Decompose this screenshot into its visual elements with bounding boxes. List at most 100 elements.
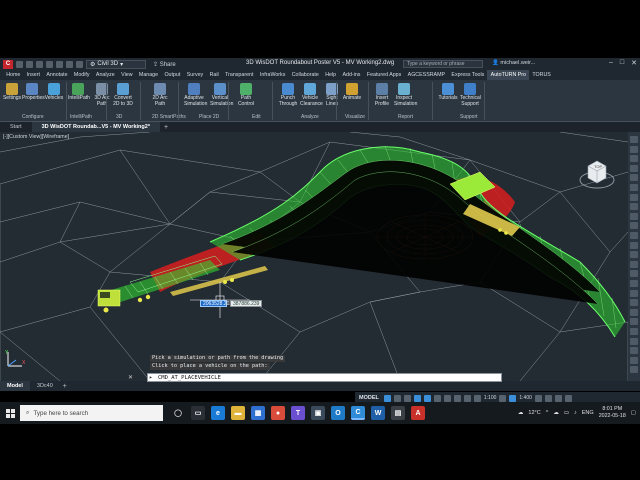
gear-icon[interactable] bbox=[499, 394, 507, 402]
sun-icon[interactable] bbox=[630, 337, 638, 345]
panel-label-intellipath[interactable]: IntelliPath bbox=[70, 114, 92, 120]
weather-icon[interactable]: ☁ bbox=[518, 410, 524, 416]
camera-icon[interactable] bbox=[630, 241, 638, 249]
panel-label-2d-smartpaths[interactable]: 2D SmartPaths bbox=[152, 114, 186, 120]
osnap-icon[interactable] bbox=[423, 394, 431, 402]
zoom-extents-icon[interactable] bbox=[630, 184, 638, 191]
outlook-icon[interactable]: O bbox=[331, 406, 345, 420]
layout-tab-model[interactable]: Model bbox=[0, 381, 30, 391]
full-nav-wheel-icon[interactable] bbox=[630, 164, 638, 172]
ribbon-tab-transparent[interactable]: Transparent bbox=[222, 70, 257, 80]
otrack-icon[interactable] bbox=[433, 394, 441, 402]
start-button[interactable] bbox=[0, 408, 20, 418]
tool-animate-button[interactable]: Animate bbox=[342, 83, 362, 102]
settings-icon[interactable] bbox=[630, 212, 638, 220]
ribbon-tab-collaborate[interactable]: Collaborate bbox=[289, 70, 322, 80]
new-tab-button[interactable]: + bbox=[160, 124, 172, 131]
doc-tab-drawing[interactable]: 3D WisDOT Roundab...V5 - MV Working2* bbox=[31, 122, 160, 132]
app-logo-icon[interactable]: C bbox=[3, 59, 13, 69]
ribbon-tab-autoturn-pro[interactable]: AutoTURN Pro bbox=[487, 70, 530, 80]
clean-screen-icon[interactable] bbox=[554, 394, 562, 402]
add-layout-button[interactable]: + bbox=[60, 383, 70, 390]
command-close-icon[interactable]: ✕ bbox=[128, 374, 133, 381]
word-icon[interactable]: W bbox=[371, 406, 385, 420]
viewport-controls[interactable]: [-][Custom View][Wireframe] bbox=[3, 134, 69, 140]
teams-icon[interactable]: T bbox=[291, 406, 305, 420]
scroll-icon[interactable] bbox=[630, 366, 638, 374]
ribbon-tab-add-ins[interactable]: Add-ins bbox=[339, 70, 363, 80]
tool-adaptive-simulation-button[interactable]: Adaptive Simulation bbox=[184, 83, 207, 107]
ortho-icon[interactable] bbox=[403, 394, 411, 402]
view-icon[interactable] bbox=[630, 308, 638, 316]
chevron-up-icon[interactable]: ^ bbox=[546, 410, 549, 416]
save-icon[interactable] bbox=[36, 60, 43, 68]
pan-icon[interactable] bbox=[630, 136, 638, 143]
plot-icon[interactable] bbox=[630, 318, 638, 326]
close-button[interactable]: ✕ bbox=[631, 59, 637, 67]
viewcube[interactable]: TOP bbox=[578, 156, 616, 194]
grid-icon[interactable] bbox=[383, 394, 391, 402]
store-icon[interactable]: ▦ bbox=[251, 406, 265, 420]
panel-label-3d[interactable]: 3D bbox=[116, 114, 122, 120]
redo-icon[interactable] bbox=[76, 60, 83, 68]
grid-icon[interactable] bbox=[630, 260, 638, 268]
clock[interactable]: 8:01 PM 2022-05-18 bbox=[599, 406, 626, 420]
render-icon[interactable] bbox=[630, 232, 638, 239]
chrome-icon[interactable]: ● bbox=[271, 406, 285, 420]
coordinate-y-input[interactable]: 387886.239 bbox=[230, 300, 262, 307]
orbit-icon[interactable] bbox=[630, 155, 638, 163]
ribbon-tab-modify[interactable]: Modify bbox=[71, 70, 93, 80]
visual-style-icon[interactable] bbox=[630, 222, 638, 230]
tool-tutorials-button[interactable]: Tutorials bbox=[438, 83, 458, 102]
tool-technical-support-button[interactable]: Technical Support bbox=[460, 83, 481, 107]
drawing-viewport[interactable] bbox=[0, 132, 628, 381]
zoom-icon[interactable] bbox=[630, 145, 638, 153]
tool-inspect-simulation-button[interactable]: Inspect Simulation bbox=[394, 83, 417, 107]
panel-label-configure[interactable]: Configure bbox=[22, 114, 44, 120]
task-view-icon[interactable]: ◯ bbox=[171, 406, 185, 420]
app-icon[interactable]: ▣ bbox=[311, 406, 325, 420]
volume-icon[interactable]: ♪ bbox=[574, 410, 577, 416]
save-as-icon[interactable] bbox=[46, 60, 53, 68]
minimize-button[interactable]: – bbox=[609, 59, 613, 67]
network-icon[interactable]: ▭ bbox=[564, 410, 569, 416]
panel-label-report[interactable]: Report bbox=[398, 114, 413, 120]
notifications-icon[interactable]: ▢ bbox=[631, 410, 636, 416]
materials-icon[interactable] bbox=[630, 289, 638, 297]
share-button[interactable]: ⇪ Share bbox=[153, 61, 176, 68]
doc-tab-start[interactable]: Start bbox=[0, 122, 32, 132]
taskbar-search-input[interactable]: ⌕ Type here to search bbox=[20, 405, 163, 421]
scale-value[interactable]: 1:100 bbox=[484, 395, 497, 401]
tool-vertical-simulation-button[interactable]: Vertical Simulation bbox=[210, 83, 233, 107]
coordinate-x-input[interactable]: 2063528.202 bbox=[200, 300, 232, 307]
selection-cycling-icon[interactable] bbox=[463, 394, 471, 402]
ribbon-tab-view[interactable]: View bbox=[118, 70, 136, 80]
command-line-input[interactable]: ▸ CMD_AT_PLACEVEHICLE bbox=[147, 373, 502, 382]
ribbon-tab-featured-apps[interactable]: Featured Apps bbox=[364, 70, 405, 80]
ribbon-tab-manage[interactable]: Manage bbox=[136, 70, 162, 80]
ribbon-tab-survey[interactable]: Survey bbox=[184, 70, 207, 80]
ribbon-tab-infraworks[interactable]: InfraWorks bbox=[257, 70, 289, 80]
sky-icon[interactable] bbox=[630, 347, 638, 355]
model-space-toggle[interactable]: MODEL bbox=[359, 395, 379, 401]
info-icon[interactable] bbox=[630, 356, 638, 364]
export-icon[interactable] bbox=[630, 299, 638, 307]
polar-icon[interactable] bbox=[413, 394, 421, 402]
edge-icon[interactable]: e bbox=[211, 406, 225, 420]
ribbon-tab-annotate[interactable]: Annotate bbox=[43, 70, 71, 80]
ribbon-tab-express-tools[interactable]: Express Tools bbox=[448, 70, 487, 80]
open-icon[interactable] bbox=[26, 60, 33, 68]
annotation-icon[interactable] bbox=[473, 394, 481, 402]
tool-insert-profile-button[interactable]: Insert Profile bbox=[372, 83, 392, 107]
help-icon[interactable] bbox=[630, 328, 638, 335]
transparency-icon[interactable] bbox=[453, 394, 461, 402]
tool-path-control-button[interactable]: Path Control bbox=[236, 83, 256, 107]
weather-temp[interactable]: 12°C bbox=[528, 410, 540, 416]
tool-vehicle-clearance-button[interactable]: Vehicle Clearance bbox=[300, 83, 323, 107]
language-indicator[interactable]: ENG bbox=[582, 410, 594, 416]
ribbon-tab-output[interactable]: Output bbox=[161, 70, 183, 80]
tool-3d-arc-path-button[interactable]: 3D Arc Path bbox=[92, 83, 112, 107]
cloud-icon[interactable]: ☁ bbox=[553, 410, 559, 416]
panel-label-visualize[interactable]: Visualize bbox=[345, 114, 365, 120]
menu-icon[interactable] bbox=[564, 394, 572, 402]
